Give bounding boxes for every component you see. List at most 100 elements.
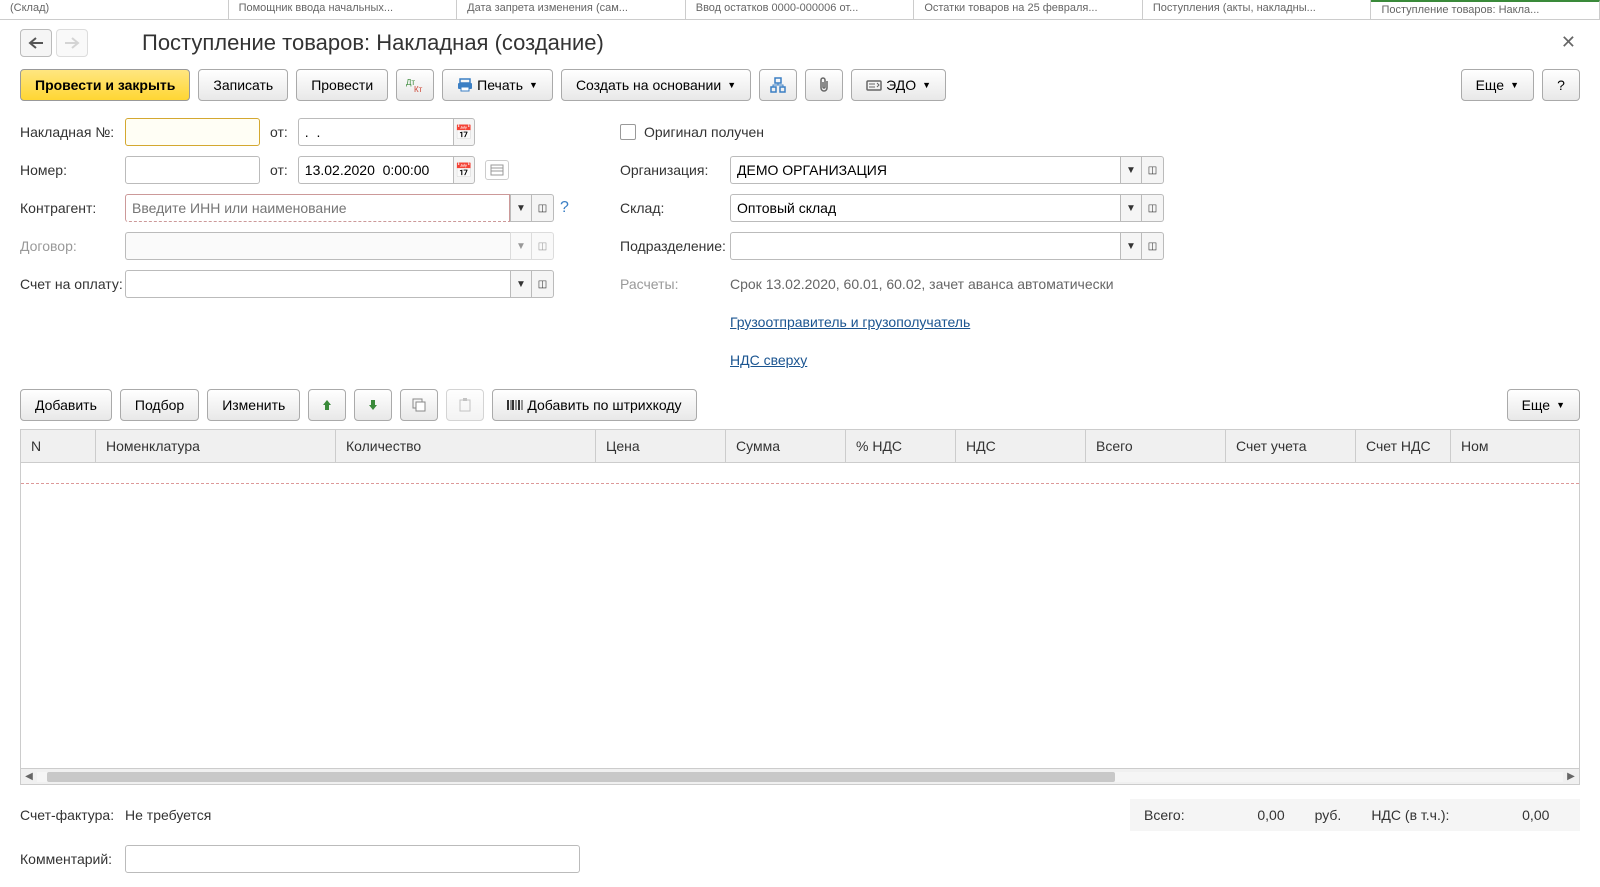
copy-button[interactable] (400, 389, 438, 421)
tab-6[interactable]: Поступление товаров: Накла... (1371, 0, 1600, 19)
tab-3[interactable]: Ввод остатков 0000-000006 от... (686, 0, 915, 19)
organization-dropdown-btn[interactable]: ▼ (1120, 156, 1142, 184)
dt-kt-button[interactable]: ДтКт (396, 69, 434, 101)
add-barcode-button[interactable]: Добавить по штрихкоду (492, 389, 696, 421)
from-label-2: от: (270, 162, 288, 178)
invoice-account-label: Счет на оплату: (20, 276, 125, 292)
barcode-icon (507, 398, 523, 412)
th-vat[interactable]: НДС (956, 430, 1086, 462)
comment-label: Комментарий: (20, 851, 125, 867)
currency-label: руб. (1315, 807, 1342, 823)
invoice-no-input[interactable] (125, 118, 260, 146)
warehouse-input[interactable] (730, 194, 1120, 222)
scroll-track[interactable] (37, 772, 1563, 782)
tab-4[interactable]: Остатки товаров на 25 февраля... (914, 0, 1143, 19)
scroll-left-arrow[interactable]: ◀ (21, 771, 37, 782)
counterparty-input[interactable] (125, 194, 510, 222)
counterparty-label: Контрагент: (20, 200, 125, 216)
chevron-down-icon: ▼ (727, 80, 736, 90)
move-down-button[interactable] (354, 389, 392, 421)
save-button[interactable]: Записать (198, 69, 288, 101)
number-label: Номер: (20, 162, 125, 178)
counterparty-help[interactable]: ? (560, 199, 569, 217)
nav-back-button[interactable] (20, 29, 52, 57)
add-button[interactable]: Добавить (20, 389, 112, 421)
create-based-label: Создать на основании (576, 77, 721, 93)
tab-1[interactable]: Помощник ввода начальных... (229, 0, 458, 19)
edo-button[interactable]: ЭДО ▼ (851, 69, 946, 101)
organization-open-btn[interactable]: ◫ (1142, 156, 1164, 184)
hierarchy-icon (770, 77, 786, 93)
scroll-thumb[interactable] (47, 772, 1115, 782)
tab-0[interactable]: (Склад) (0, 0, 229, 19)
th-vat-pct[interactable]: % НДС (846, 430, 956, 462)
paste-button[interactable] (446, 389, 484, 421)
paperclip-icon (817, 77, 831, 93)
number-date-input[interactable] (298, 156, 453, 184)
post-button[interactable]: Провести (296, 69, 388, 101)
warehouse-open-btn[interactable]: ◫ (1142, 194, 1164, 222)
create-based-button[interactable]: Создать на основании ▼ (561, 69, 751, 101)
warehouse-dropdown-btn[interactable]: ▼ (1120, 194, 1142, 222)
chevron-down-icon: ▼ (1510, 80, 1519, 90)
pick-button[interactable]: Подбор (120, 389, 199, 421)
th-total[interactable]: Всего (1086, 430, 1226, 462)
th-vat-account[interactable]: Счет НДС (1356, 430, 1451, 462)
totals-panel: Всего: 0,00 руб. НДС (в т.ч.): 0,00 (1130, 799, 1580, 831)
scroll-right-arrow[interactable]: ▶ (1563, 771, 1579, 782)
organization-input[interactable] (730, 156, 1120, 184)
aux-button[interactable] (485, 160, 509, 180)
comment-input[interactable] (125, 845, 580, 873)
horizontal-scrollbar[interactable]: ◀ ▶ (20, 769, 1580, 785)
tab-2[interactable]: Дата запрета изменения (сам... (457, 0, 686, 19)
original-received-checkbox[interactable] (620, 124, 636, 140)
th-price[interactable]: Цена (596, 430, 726, 462)
counterparty-open-btn[interactable]: ◫ (532, 194, 554, 222)
close-button[interactable]: ✕ (1557, 28, 1580, 57)
total-label: Всего: (1144, 807, 1185, 823)
chevron-down-icon: ▼ (922, 80, 931, 90)
th-nomenclature[interactable]: Номенклатура (96, 430, 336, 462)
calendar-button-2[interactable]: 📅 (453, 156, 475, 184)
structure-button[interactable] (759, 69, 797, 101)
vat-link[interactable]: НДС сверху (730, 352, 807, 368)
invoice-account-open-btn[interactable]: ◫ (532, 270, 554, 298)
th-quantity[interactable]: Количество (336, 430, 596, 462)
invoice-date-input[interactable] (298, 118, 453, 146)
tab-5[interactable]: Поступления (акты, накладны... (1143, 0, 1372, 19)
change-button[interactable]: Изменить (207, 389, 300, 421)
help-button[interactable]: ? (1542, 69, 1580, 101)
move-up-button[interactable] (308, 389, 346, 421)
calendar-button-1[interactable]: 📅 (453, 118, 475, 146)
invoice-account-dropdown-btn[interactable]: ▼ (510, 270, 532, 298)
contract-label: Договор: (20, 238, 125, 254)
main-toolbar: Провести и закрыть Записать Провести ДтК… (0, 65, 1600, 113)
th-nom[interactable]: Ном (1451, 430, 1579, 462)
dt-kt-icon: ДтКт (406, 77, 424, 93)
print-button[interactable]: Печать ▼ (442, 69, 553, 101)
total-value: 0,00 (1225, 807, 1285, 823)
th-sum[interactable]: Сумма (726, 430, 846, 462)
invoice-account-input[interactable] (125, 270, 510, 298)
table-toolbar: Добавить Подбор Изменить Добавить по штр… (0, 379, 1600, 429)
table-more-button[interactable]: Еще ▼ (1507, 389, 1580, 421)
number-input[interactable] (125, 156, 260, 184)
consignor-link[interactable]: Грузоотправитель и грузополучатель (730, 314, 970, 330)
table-body[interactable] (21, 463, 1579, 768)
more-button[interactable]: Еще ▼ (1461, 69, 1534, 101)
counterparty-dropdown-btn[interactable]: ▼ (510, 194, 532, 222)
contract-input[interactable] (125, 232, 510, 260)
arrow-up-icon (321, 398, 333, 412)
subdivision-open-btn[interactable]: ◫ (1142, 232, 1164, 260)
th-n[interactable]: N (21, 430, 96, 462)
invoice-no-label: Накладная №: (20, 124, 125, 140)
post-and-close-button[interactable]: Провести и закрыть (20, 69, 190, 101)
arrow-down-icon (367, 398, 379, 412)
chevron-down-icon: ▼ (529, 80, 538, 90)
subdivision-input[interactable] (730, 232, 1120, 260)
invoice-footer-value: Не требуется (125, 807, 211, 823)
subdivision-dropdown-btn[interactable]: ▼ (1120, 232, 1142, 260)
attach-button[interactable] (805, 69, 843, 101)
th-account[interactable]: Счет учета (1226, 430, 1356, 462)
add-barcode-label: Добавить по штрихкоду (527, 397, 681, 413)
